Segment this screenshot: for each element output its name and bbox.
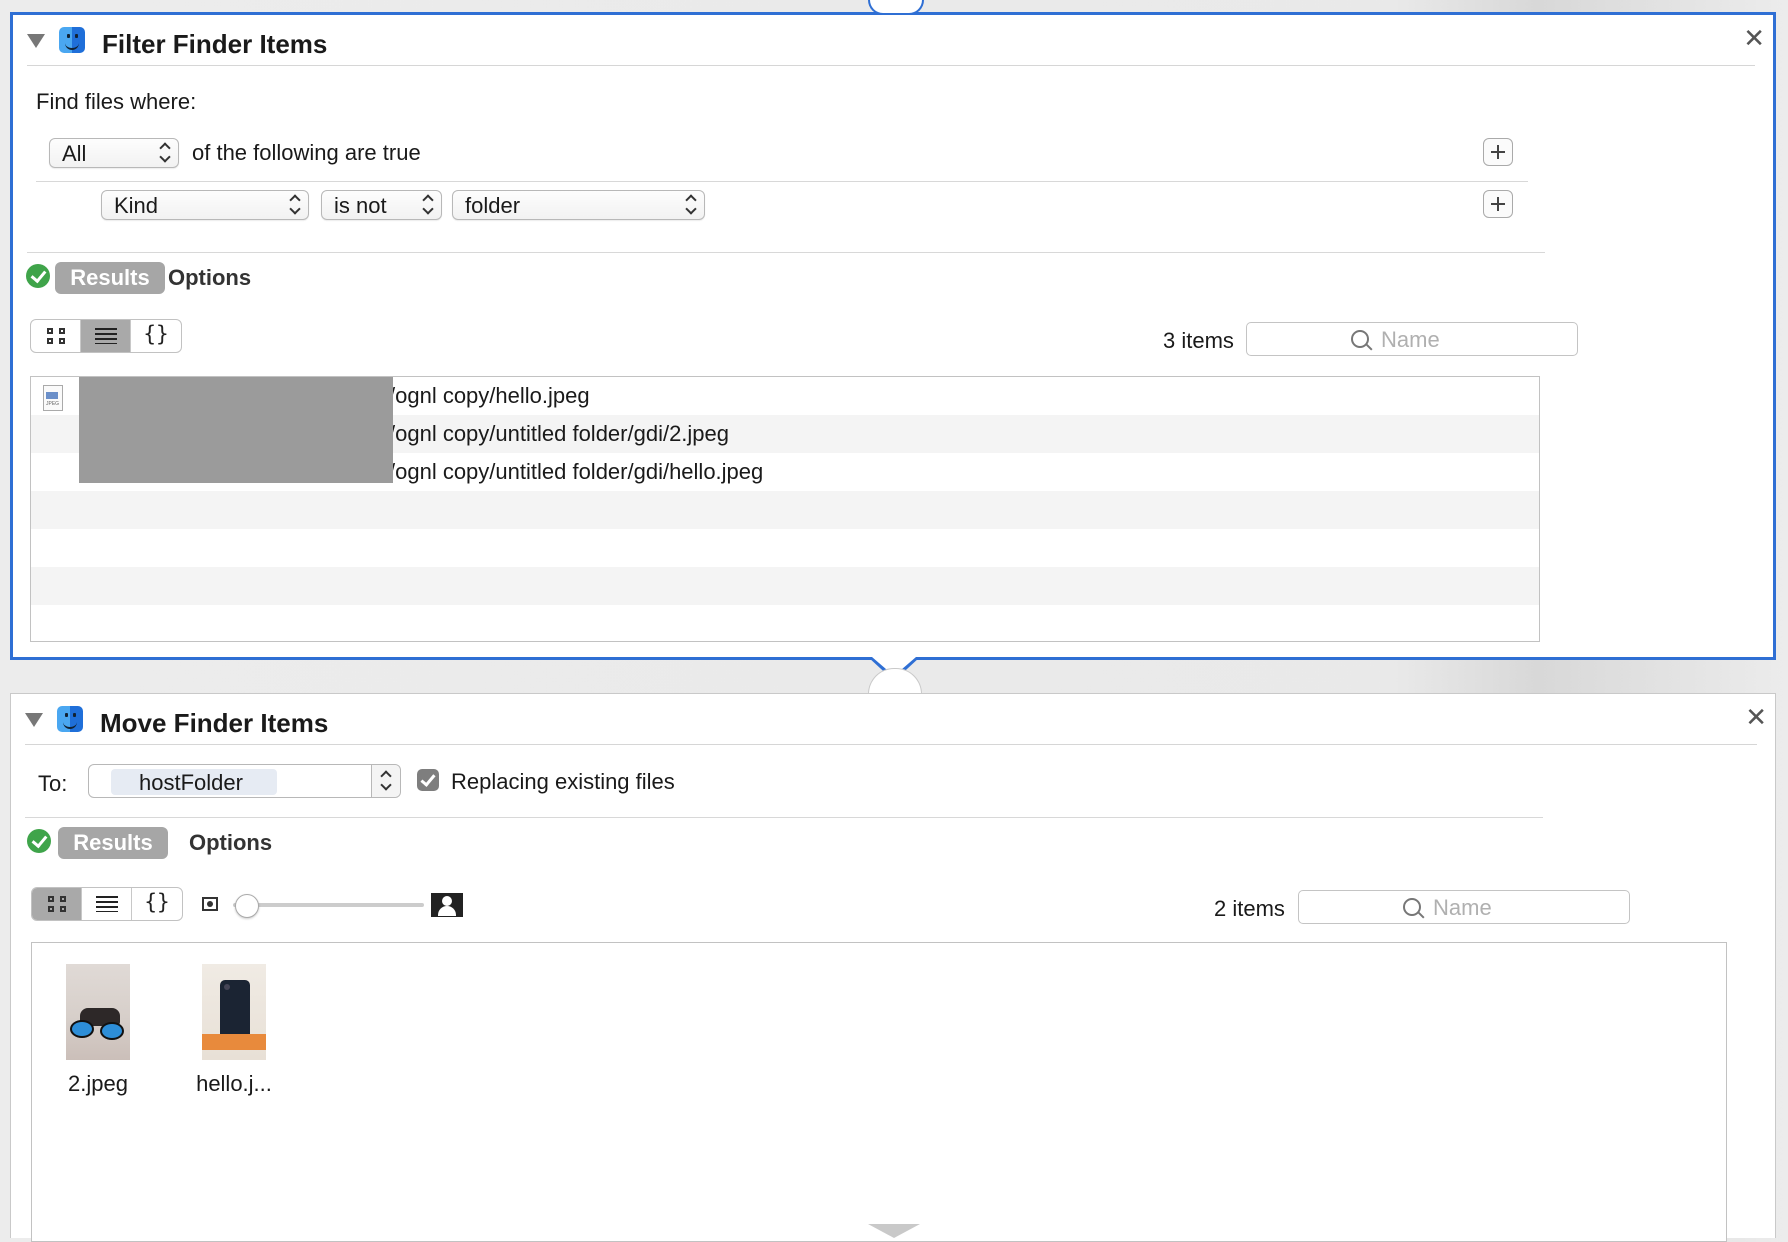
disclosure-triangle-icon[interactable]	[27, 34, 45, 48]
thumbnail-hello-jpeg[interactable]	[202, 964, 266, 1060]
jpeg-file-icon	[43, 385, 63, 411]
list-icon	[96, 896, 118, 912]
success-check-icon	[26, 264, 50, 288]
chevron-updown-icon	[421, 194, 435, 216]
finder-icon	[59, 27, 85, 53]
chevron-updown-icon	[288, 194, 302, 216]
kind-value: folder	[465, 193, 521, 218]
disclosure-triangle-icon[interactable]	[25, 713, 43, 727]
add-criterion-button[interactable]	[1483, 138, 1513, 166]
icon-size-slider-track[interactable]	[233, 903, 424, 907]
empty-row	[31, 491, 1539, 529]
operator-value: is not	[334, 193, 387, 218]
tab-results[interactable]: Results	[55, 262, 165, 294]
results-list[interactable]: /ognl copy/hello.jpeg /ognl copy/untitle…	[30, 376, 1540, 642]
destination-chip: hostFolder	[111, 769, 277, 795]
item-count: 2 items	[1214, 896, 1285, 921]
chevron-updown-icon	[684, 194, 698, 216]
replace-checkbox[interactable]	[417, 769, 439, 791]
list-icon	[95, 328, 117, 344]
operator-popup[interactable]: is not	[321, 190, 442, 220]
grid-icon	[48, 896, 68, 914]
file-path: /ognl copy/untitled folder/gdi/2.jpeg	[389, 421, 730, 446]
kind-value-popup[interactable]: folder	[452, 190, 705, 220]
destination-value: hostFolder	[139, 770, 243, 795]
search-field[interactable]	[1246, 322, 1578, 356]
chevron-updown-icon	[158, 142, 172, 164]
icon-size-slider-knob[interactable]	[235, 894, 259, 918]
find-files-label: Find files where:	[36, 89, 197, 114]
divider	[36, 181, 1528, 182]
tab-options[interactable]: Options	[189, 827, 272, 859]
replace-label: Replacing existing files	[451, 769, 675, 794]
list-view-button[interactable]	[81, 320, 131, 352]
view-mode-control[interactable]: {}	[30, 319, 182, 353]
results-icon-view[interactable]: 2.jpeg hello.j...	[31, 942, 1727, 1242]
connector-arrow	[868, 1224, 920, 1238]
large-icon-size-icon	[431, 893, 463, 917]
tab-results[interactable]: Results	[58, 827, 168, 859]
attribute-popup[interactable]: Kind	[101, 190, 309, 220]
finder-icon	[57, 706, 83, 732]
quantifier-value: All	[62, 141, 87, 166]
icon-view-button[interactable]	[31, 320, 81, 352]
item-count: 3 items	[1163, 328, 1234, 353]
close-icon[interactable]: ✕	[1745, 704, 1767, 730]
close-icon[interactable]: ✕	[1743, 25, 1765, 51]
search-icon	[1351, 330, 1369, 348]
search-input[interactable]	[1379, 326, 1563, 354]
file-path: /ognl copy/untitled folder/gdi/hello.jpe…	[389, 459, 764, 484]
view-mode-control[interactable]: {}	[31, 887, 183, 921]
to-label: To:	[38, 771, 68, 796]
file-path: /ognl copy/hello.jpeg	[389, 383, 590, 408]
braces-icon: {}	[144, 890, 170, 914]
empty-row	[31, 529, 1539, 567]
divider	[27, 252, 1545, 253]
thumbnail-label: 2.jpeg	[68, 1071, 128, 1096]
redaction-block	[79, 377, 393, 483]
quantifier-suffix: of the following are true	[192, 140, 421, 165]
action-title: Move Finder Items	[100, 708, 329, 738]
chevron-updown-icon	[379, 770, 393, 792]
destination-stepper[interactable]	[371, 765, 400, 797]
empty-row	[31, 567, 1539, 605]
connector-socket-top	[868, 0, 924, 15]
quantifier-popup[interactable]: All	[49, 138, 179, 168]
divider	[25, 817, 1543, 818]
filter-finder-items-action[interactable]: Filter Finder Items ✕ Find files where: …	[10, 12, 1776, 660]
search-field[interactable]	[1298, 890, 1630, 924]
icon-view-button[interactable]	[32, 888, 82, 920]
small-icon-size-icon	[202, 897, 218, 911]
action-title: Filter Finder Items	[102, 29, 328, 59]
success-check-icon	[27, 829, 51, 853]
list-view-button[interactable]	[82, 888, 132, 920]
grid-icon	[47, 328, 67, 346]
tab-options[interactable]: Options	[168, 262, 251, 294]
thumbnail-2-jpeg[interactable]	[66, 964, 130, 1060]
move-finder-items-action[interactable]: Move Finder Items ✕ To: hostFolder Repla…	[10, 693, 1776, 1242]
search-icon	[1403, 898, 1421, 916]
braces-icon: {}	[143, 322, 169, 346]
code-view-button[interactable]: {}	[132, 888, 182, 920]
attribute-value: Kind	[114, 193, 159, 218]
code-view-button[interactable]: {}	[131, 320, 181, 352]
add-subcriterion-button[interactable]	[1483, 190, 1513, 218]
thumbnail-label: hello.j...	[196, 1071, 272, 1096]
destination-popup[interactable]: hostFolder	[88, 764, 401, 798]
search-input[interactable]	[1431, 894, 1615, 922]
